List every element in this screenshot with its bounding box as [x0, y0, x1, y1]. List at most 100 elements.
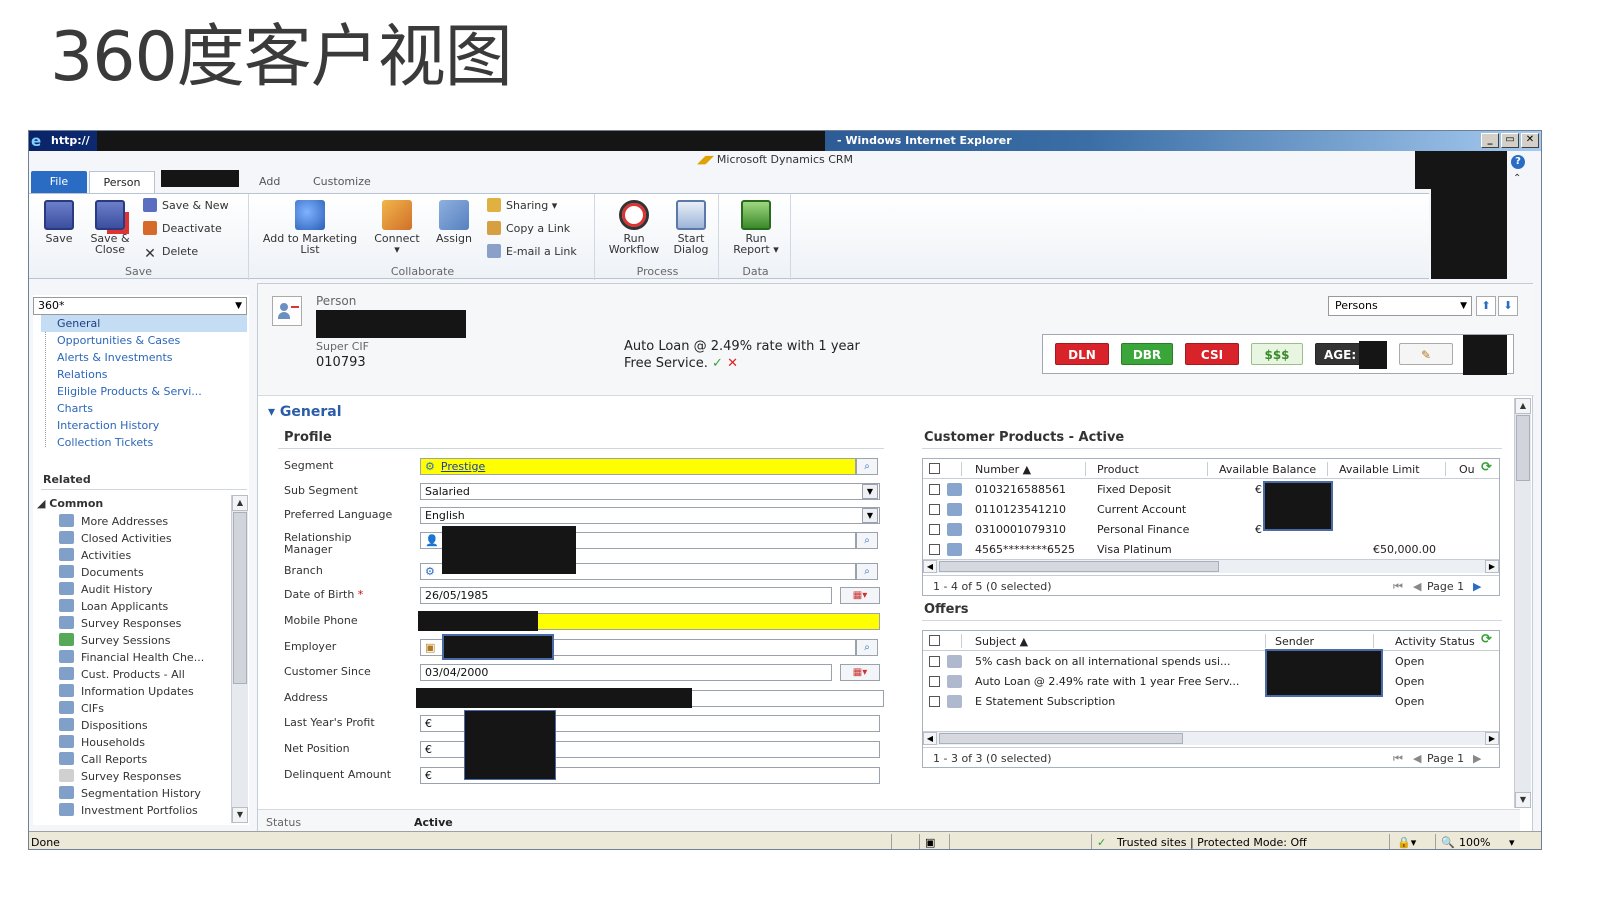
- deactivate-button[interactable]: Deactivate: [143, 219, 222, 239]
- row-checkbox[interactable]: [929, 544, 940, 555]
- restore-button[interactable]: ▭: [1501, 133, 1519, 148]
- pager-next-icon[interactable]: ▶: [1473, 752, 1481, 765]
- scroll-thumb[interactable]: [939, 561, 1219, 572]
- scroll-left-icon[interactable]: ◀: [923, 560, 937, 573]
- tab-customize[interactable]: Customize: [303, 171, 381, 193]
- run-workflow-button[interactable]: Run Workflow: [603, 200, 665, 255]
- related-item[interactable]: Cust. Products - All: [59, 666, 185, 683]
- run-report-button[interactable]: Run Report ▾: [729, 200, 783, 255]
- dln-badge[interactable]: DLN: [1055, 343, 1109, 365]
- tab-file[interactable]: File: [31, 171, 87, 193]
- start-dialog-button[interactable]: Start Dialog: [669, 200, 713, 255]
- scroll-right-icon[interactable]: ▶: [1485, 732, 1499, 745]
- related-item[interactable]: Documents: [59, 564, 144, 581]
- nav-charts[interactable]: Charts: [57, 400, 93, 417]
- cell-number[interactable]: 4565********6525: [975, 543, 1075, 556]
- table-row[interactable]: 0103216588561 Fixed Deposit €: [923, 480, 1499, 500]
- row-checkbox[interactable]: [929, 504, 940, 515]
- row-checkbox[interactable]: [929, 676, 940, 687]
- record-selector[interactable]: Persons ▼: [1328, 296, 1472, 316]
- column-product[interactable]: Product: [1097, 463, 1139, 476]
- protected-mode-icon[interactable]: 🔒▾: [1397, 836, 1416, 849]
- related-item[interactable]: Households: [59, 734, 145, 751]
- cell-number[interactable]: 0310001079310: [975, 523, 1066, 536]
- related-item[interactable]: Audit History: [59, 581, 152, 598]
- add-to-marketing-list-button[interactable]: Add to Marketing List: [255, 200, 365, 255]
- csi-badge[interactable]: CSI: [1185, 343, 1239, 365]
- sharing-button[interactable]: Sharing ▾: [487, 196, 557, 216]
- related-item[interactable]: CIFs: [59, 700, 104, 717]
- cell-subject[interactable]: E Statement Subscription: [975, 695, 1115, 708]
- table-row[interactable]: Auto Loan @ 2.49% rate with 1 year Free …: [923, 672, 1499, 692]
- cell-number[interactable]: 0110123541210: [975, 503, 1066, 516]
- table-row[interactable]: 4565********6525 Visa Platinum €50,000.0…: [923, 540, 1499, 560]
- column-sender[interactable]: Sender: [1275, 635, 1314, 648]
- close-button[interactable]: ✕: [1521, 133, 1539, 148]
- nav-eligible-products[interactable]: Eligible Products & Servi...: [57, 383, 202, 400]
- scroll-left-icon[interactable]: ◀: [923, 732, 937, 745]
- nav-collection-tickets[interactable]: Collection Tickets: [57, 434, 153, 451]
- related-item[interactable]: Call Reports: [59, 751, 147, 768]
- nav-alerts-investments[interactable]: Alerts & Investments: [57, 349, 173, 366]
- related-item[interactable]: Activities: [59, 547, 131, 564]
- assign-button[interactable]: Assign: [431, 200, 477, 244]
- scroll-thumb[interactable]: [233, 512, 247, 684]
- related-item[interactable]: Survey Sessions: [59, 632, 170, 649]
- related-item[interactable]: Closed Activities: [59, 530, 172, 547]
- row-checkbox[interactable]: [929, 524, 940, 535]
- related-item[interactable]: Investment Portfolios: [59, 802, 198, 819]
- zoom-chevron-down-icon[interactable]: ▾: [1509, 836, 1515, 849]
- tab-person[interactable]: Person: [89, 171, 155, 193]
- cell-subject[interactable]: Auto Loan @ 2.49% rate with 1 year Free …: [975, 675, 1239, 688]
- money-badge[interactable]: $$$: [1251, 343, 1303, 365]
- refresh-icon[interactable]: ⟳: [1481, 632, 1492, 647]
- connect-button[interactable]: Connect ▾: [369, 200, 425, 255]
- sub-segment-select[interactable]: Salaried: [420, 483, 880, 500]
- related-item[interactable]: Loan Applicants: [59, 598, 168, 615]
- table-row[interactable]: 5% cash back on all international spends…: [923, 652, 1499, 672]
- form-scrollbar[interactable]: ▲ ▼: [1514, 398, 1531, 808]
- accept-check-icon[interactable]: ✓: [712, 356, 723, 371]
- lookup-icon[interactable]: ⌕: [856, 458, 878, 475]
- calendar-icon[interactable]: ▦▾: [840, 664, 880, 681]
- lookup-icon[interactable]: ⌕: [856, 532, 878, 549]
- row-checkbox[interactable]: [929, 656, 940, 667]
- offers-hscrollbar[interactable]: ◀ ▶: [923, 731, 1499, 745]
- minimize-button[interactable]: _: [1481, 133, 1499, 148]
- table-row[interactable]: 0310001079310 Personal Finance €: [923, 520, 1499, 540]
- column-outstanding[interactable]: Ou: [1459, 463, 1475, 476]
- scroll-down-icon[interactable]: ▼: [232, 807, 248, 823]
- chevron-down-icon[interactable]: ▼: [862, 484, 878, 499]
- select-all-checkbox[interactable]: [929, 635, 940, 646]
- help-icon[interactable]: ?: [1511, 155, 1525, 169]
- save-close-button[interactable]: Save & Close: [87, 200, 133, 255]
- column-subject[interactable]: Subject ▲: [975, 635, 1028, 648]
- segment-lookup[interactable]: ⚙ Prestige: [420, 458, 856, 475]
- pager-prev-icon[interactable]: ◀: [1413, 752, 1421, 765]
- chevron-down-icon[interactable]: ▼: [862, 508, 878, 523]
- products-hscrollbar[interactable]: ◀ ▶: [923, 559, 1499, 573]
- refresh-icon[interactable]: ⟳: [1481, 460, 1492, 475]
- related-item[interactable]: More Addresses: [59, 513, 168, 530]
- scroll-down-icon[interactable]: ▼: [1515, 792, 1531, 808]
- security-zone[interactable]: Trusted sites | Protected Mode: Off: [1117, 836, 1307, 849]
- reject-x-icon[interactable]: ✕: [727, 356, 738, 371]
- scroll-up-icon[interactable]: ▲: [232, 495, 248, 511]
- pager-next-icon[interactable]: ▶: [1473, 580, 1481, 593]
- zoom-level[interactable]: 100%: [1459, 836, 1490, 849]
- related-item[interactable]: Information Updates: [59, 683, 194, 700]
- table-row[interactable]: 0110123541210 Current Account: [923, 500, 1499, 520]
- column-available-limit[interactable]: Available Limit: [1339, 463, 1420, 476]
- related-item[interactable]: Survey Responses: [59, 768, 181, 785]
- cell-subject[interactable]: 5% cash back on all international spends…: [975, 655, 1231, 668]
- next-record-button[interactable]: ⬇: [1498, 296, 1518, 316]
- form-selector[interactable]: 360* ▼: [33, 297, 247, 315]
- lookup-icon[interactable]: ⌕: [856, 563, 878, 580]
- calendar-icon[interactable]: ▦▾: [840, 587, 880, 604]
- edit-pencil-icon[interactable]: ✎: [1399, 343, 1453, 365]
- previous-record-button[interactable]: ⬆: [1476, 296, 1496, 316]
- select-all-checkbox[interactable]: [929, 463, 940, 474]
- page-report-icon[interactable]: ▣: [925, 836, 935, 849]
- related-item[interactable]: Dispositions: [59, 717, 148, 734]
- email-link-button[interactable]: E-mail a Link: [487, 242, 577, 262]
